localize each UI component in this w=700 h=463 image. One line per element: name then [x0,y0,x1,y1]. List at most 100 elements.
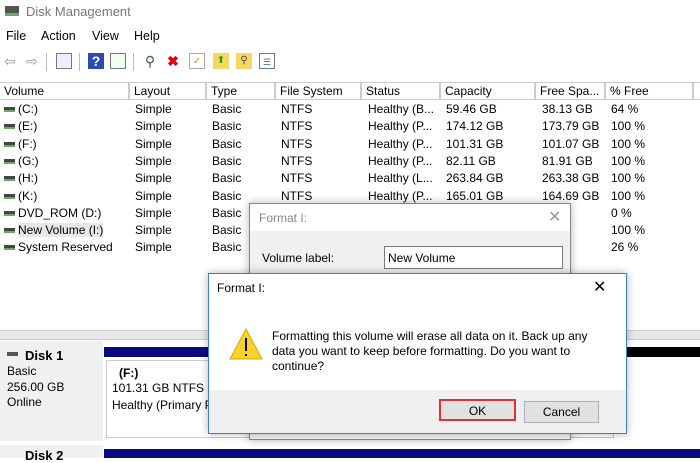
toolbar: ⇦ ⇨ ? ⚲ ✖ ✓ ⬆ ⚲ ☰ [0,50,700,74]
table-row[interactable]: (G:) Simple Basic NTFS Healthy (P... 82.11 GB… [0,153,700,170]
help-icon[interactable]: ? [88,53,104,69]
cancel-button[interactable]: Cancel [524,401,599,423]
forward-icon[interactable]: ⇨ [24,53,40,69]
table-cell: Simple [135,136,172,151]
table-cell: Simple [135,240,172,255]
menu-file[interactable]: File [6,29,26,43]
window-title: Disk Management [26,4,131,19]
table-cell: NTFS [281,171,313,186]
table-cell: 101.31 GB [446,136,504,151]
col-volume[interactable]: Volume [0,83,130,100]
menu-help[interactable]: Help [134,29,160,43]
table-cell: Simple [135,153,172,168]
dvd-drive-icon [4,210,15,216]
close-icon[interactable]: ✕ [593,277,606,297]
drive-icon [4,176,15,182]
table-row[interactable]: (E:) Simple Basic NTFS Healthy (P... 174.12 G… [0,118,700,135]
table-cell: Basic [212,119,242,134]
table-cell: Basic [212,136,242,151]
table-cell: 100 % [611,188,646,203]
properties-icon[interactable]: ✓ [189,53,205,69]
col-file-system[interactable]: File System [276,83,362,100]
table-row[interactable]: (K:) Simple Basic NTFS Healthy (P... 165.01 G… [0,188,700,205]
table-cell: System Reserved [18,240,113,255]
table-cell: Simple [135,171,172,186]
volume-table-header: Volume Layout Type File System Status Ca… [0,82,700,100]
col-status[interactable]: Status [362,83,441,100]
menu-action[interactable]: Action [41,29,76,43]
connect-drive-icon[interactable]: ⚲ [142,53,158,69]
table-cell: DVD_ROM (D:) [18,205,102,220]
action-pane-icon[interactable] [110,53,126,69]
table-cell: 82.11 GB [446,153,496,168]
col-layout[interactable]: Layout [130,83,207,100]
table-cell: (E:) [18,119,38,134]
table-cell: 100 % [611,136,646,151]
table-cell: Basic [212,240,242,255]
col-percent-free[interactable]: % Free [606,83,694,100]
close-icon[interactable]: ✕ [548,207,561,227]
settings-list-icon[interactable]: ☰ [259,53,275,69]
disk2-label[interactable]: Disk 2 [0,445,103,463]
table-cell: New Volume (I:) [18,223,104,238]
disk1-label[interactable]: Disk 1 Basic 256.00 GB Online [0,341,103,441]
table-cell: Healthy (P... [368,153,433,168]
explore-icon[interactable]: ⚲ [236,53,252,69]
table-cell: Basic [212,188,242,203]
table-cell: Simple [135,223,172,238]
table-cell: NTFS [281,188,313,203]
table-cell: Simple [135,102,172,116]
drive-icon [4,193,15,199]
disk2-name: Disk 2 [25,448,64,463]
drive-icon [4,124,15,130]
table-cell: Basic [212,153,242,168]
back-icon[interactable]: ⇦ [2,53,18,69]
console-tree-icon[interactable] [56,53,72,69]
table-cell: Basic [212,223,242,238]
disk2-partition-bar [104,449,700,458]
menu-bar: File Action View Help [0,25,700,47]
menu-view[interactable]: View [92,29,119,43]
table-cell: 59.46 GB [446,102,497,116]
table-cell: 101.07 GB [542,136,600,151]
col-capacity[interactable]: Capacity [441,83,536,100]
confirm-dialog-title: Format I: [217,281,266,295]
ok-button[interactable]: OK [439,399,516,421]
table-cell: (H:) [18,171,38,186]
col-free-space[interactable]: Free Spa... [536,83,606,100]
table-cell: Healthy (P... [368,136,433,151]
disk1-type: Basic [7,364,37,378]
table-cell: Simple [135,188,172,203]
col-type[interactable]: Type [207,83,276,100]
drive-icon [4,158,15,164]
table-cell: 26 % [611,240,639,255]
table-row[interactable]: (C:) Simple Basic NTFS Healthy (B... 59.46 GB… [0,101,700,118]
table-cell: 165.01 GB [446,188,504,203]
partition-status: Healthy (Primary P [112,398,213,412]
table-cell: Healthy (P... [368,188,433,203]
table-cell: (G:) [18,153,39,168]
disk1-status: Online [7,395,42,409]
table-cell: 174.12 GB [446,119,504,134]
table-cell: 0 % [611,205,632,220]
confirm-message: Formatting this volume will erase all da… [272,329,588,373]
table-cell: (K:) [18,188,38,203]
drive-icon [4,107,15,112]
table-cell: 64 % [611,102,639,116]
table-cell: NTFS [281,119,313,134]
disk1-size: 256.00 GB [7,380,65,394]
volume-label-input[interactable] [384,246,563,269]
table-cell: Basic [212,102,242,116]
table-row[interactable]: (H:) Simple Basic NTFS Healthy (L... 263.84 G… [0,170,700,187]
volume-label-label: Volume label: [262,251,335,265]
table-cell: Basic [212,205,242,220]
drive-icon [4,141,15,147]
format-dialog-titlebar: Format I: ✕ [250,204,570,231]
open-icon[interactable]: ⬆ [213,53,229,69]
table-cell: Simple [135,205,172,220]
table-cell: 263.38 GB [542,171,600,186]
table-cell: (C:) [18,102,38,116]
table-cell: 173.79 GB [542,119,600,134]
table-row[interactable]: (F:) Simple Basic NTFS Healthy (P... 101.31 G… [0,136,700,153]
delete-icon[interactable]: ✖ [165,53,181,69]
